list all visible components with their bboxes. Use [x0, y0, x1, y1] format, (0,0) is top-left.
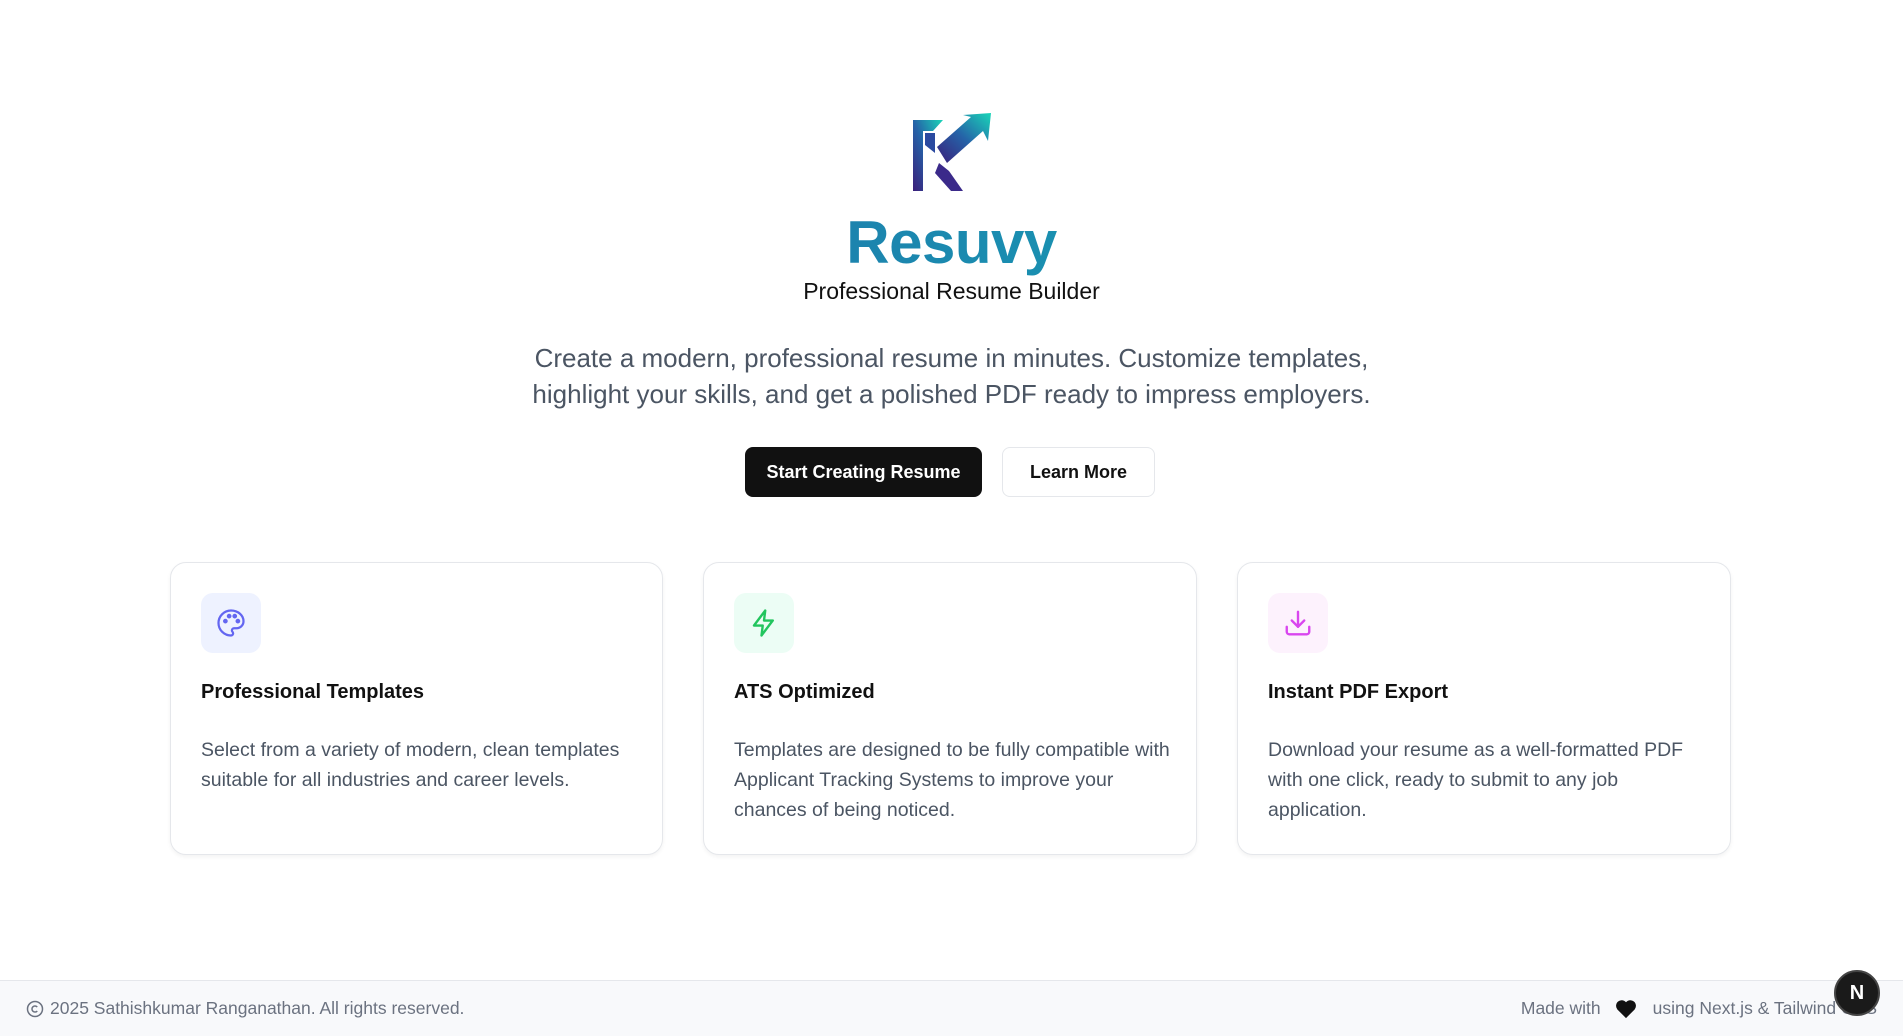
feature-card-templates: Professional Templates Select from a var…	[170, 562, 663, 855]
learn-more-button[interactable]: Learn More	[1002, 447, 1155, 497]
brand-name: Resuvy	[0, 208, 1903, 278]
feature-card-pdf-export: Instant PDF Export Download your resume …	[1237, 562, 1731, 855]
feature-title: Professional Templates	[201, 681, 425, 703]
lightning-icon	[734, 593, 794, 653]
download-icon	[1268, 593, 1328, 653]
palette-icon	[201, 593, 261, 653]
resuvy-logo-icon	[913, 113, 991, 191]
footer: 2025 Sathishkumar Ranganathan. All right…	[0, 980, 1903, 1036]
hero-intro: Create a modern, professional resume in …	[532, 343, 1371, 409]
feature-title: ATS Optimized	[734, 681, 875, 703]
feature-title: Instant PDF Export	[1268, 681, 1449, 703]
feature-description: Templates are designed to be fully compa…	[734, 739, 1170, 821]
feature-description: Select from a variety of modern, clean t…	[201, 739, 620, 791]
feature-card-ats: ATS Optimized Templates are designed to …	[703, 562, 1197, 855]
nextjs-dev-indicator-button[interactable]: N	[1834, 970, 1880, 1016]
copyright-icon	[26, 1000, 44, 1017]
feature-description: Download your resume as a well-formatted…	[1268, 739, 1684, 821]
heart-icon	[1615, 999, 1639, 1019]
brand-tagline: Professional Resume Builder	[803, 278, 1100, 304]
made-with-text: Made with	[1520, 998, 1601, 1018]
start-creating-resume-button[interactable]: Start Creating Resume	[745, 447, 982, 497]
footer-credits: Made with using Next.js & Tailwind CSS	[1521, 998, 1877, 1019]
footer-copyright: 2025 Sathishkumar Ranganathan. All right…	[26, 998, 464, 1019]
copyright-text: 2025 Sathishkumar Ranganathan. All right…	[50, 998, 465, 1018]
